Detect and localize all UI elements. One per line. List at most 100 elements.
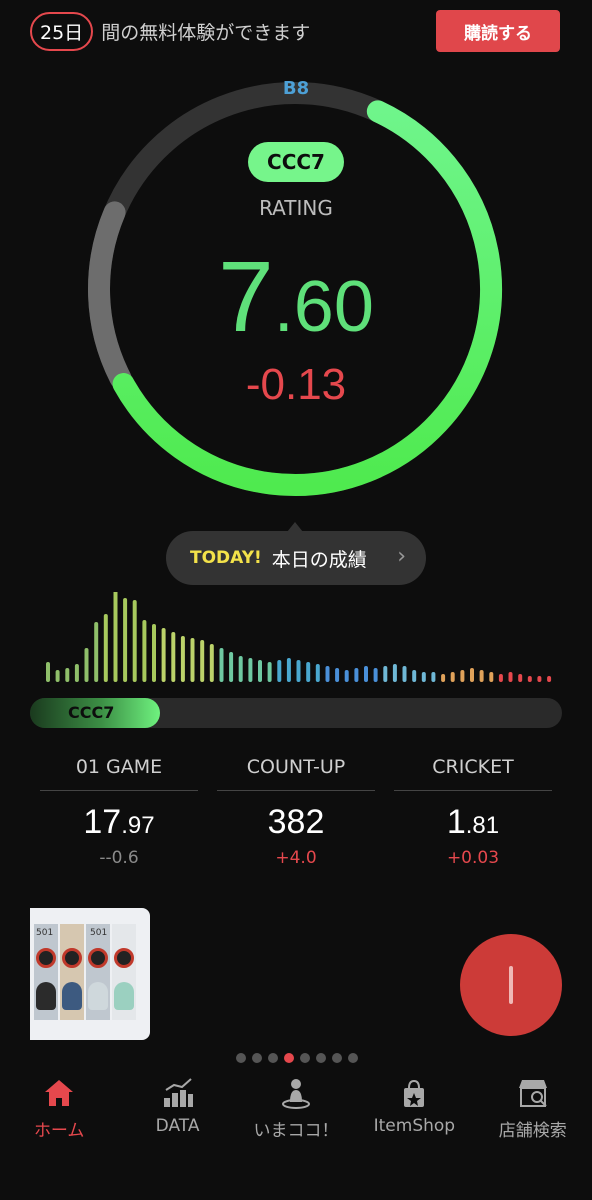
pager-dot[interactable]	[316, 1053, 326, 1063]
distribution-bar	[470, 668, 474, 682]
distribution-bar	[74, 664, 79, 682]
fab-icon	[509, 966, 513, 1004]
class-badge: CCC7	[248, 142, 344, 182]
promo-banner[interactable]: 501 501	[30, 908, 150, 1040]
class-progress-bar: CCC7	[30, 698, 562, 728]
distribution-bar	[200, 640, 205, 682]
distribution-bar	[306, 662, 311, 682]
pager-dots	[236, 1053, 364, 1063]
dartboard-icon	[88, 948, 108, 968]
distribution-bar	[267, 662, 272, 682]
trial-banner: 25日 間の無料体験ができます	[30, 12, 310, 51]
stat-01game[interactable]: 01 GAME 17.97 --0.6	[40, 756, 198, 868]
distribution-bar	[219, 648, 224, 682]
pager-dot[interactable]	[300, 1053, 310, 1063]
subscribe-button[interactable]: 購読する	[436, 10, 560, 52]
rating-value-dec: .60	[273, 267, 374, 347]
distribution-bar	[46, 662, 50, 682]
distribution-bar	[364, 666, 368, 682]
distribution-bars	[46, 590, 552, 682]
distribution-bar	[383, 666, 388, 682]
pager-dot[interactable]	[348, 1053, 358, 1063]
stat-value: 1.81	[394, 803, 552, 842]
stat-name: 01 GAME	[40, 756, 198, 791]
distribution-bar	[103, 614, 108, 682]
distribution-bar	[180, 636, 185, 682]
player-figure	[88, 982, 108, 1010]
distribution-bar	[441, 674, 446, 682]
distribution-bar	[286, 658, 291, 682]
distribution-bar	[296, 660, 301, 682]
pager-dot[interactable]	[236, 1053, 246, 1063]
distribution-bar	[412, 670, 417, 682]
distribution-bar	[392, 664, 397, 682]
pager-dot[interactable]	[268, 1053, 278, 1063]
stat-name: COUNT-UP	[217, 756, 375, 791]
distribution-bar	[421, 672, 426, 682]
distribution-bar	[171, 632, 176, 682]
tab-label: いまココ！	[253, 1121, 339, 1141]
pager-dot[interactable]	[284, 1053, 294, 1063]
distribution-bar	[537, 676, 542, 682]
tab-label: ItemShop	[373, 1116, 456, 1136]
distribution-bar	[132, 600, 137, 682]
today-text: 本日の成績	[271, 548, 367, 571]
distribution-bar	[508, 672, 513, 682]
stat-value-dec: .81	[465, 812, 500, 839]
stat-value-int: 1	[446, 803, 466, 841]
chart-icon	[163, 1078, 193, 1107]
distribution-bar	[55, 670, 60, 682]
distribution-bar	[248, 658, 253, 682]
next-class-label: B8	[282, 78, 310, 99]
stat-diff: --0.6	[99, 848, 139, 868]
rating-value-int: 7	[218, 241, 274, 353]
pager-dot[interactable]	[252, 1053, 262, 1063]
today-tag: TODAY!	[190, 548, 262, 568]
stat-name: CRICKET	[394, 756, 552, 791]
distribution-bar	[258, 660, 262, 682]
tab-home[interactable]: ホーム	[0, 1076, 118, 1146]
distribution-bar	[113, 590, 118, 682]
distribution-bar	[518, 674, 523, 682]
stat-diff: +4.0	[275, 848, 317, 868]
store-search-icon	[518, 1080, 547, 1107]
class-progress-label: CCC7	[68, 703, 115, 722]
player-figure	[36, 982, 56, 1010]
distribution-bar	[277, 660, 282, 682]
stat-cricket[interactable]: CRICKET 1.81 +0.03	[394, 756, 552, 868]
distribution-bar	[402, 666, 407, 682]
bottom-tab-bar: ホーム DATA いまココ！ ItemShop 店舗検索	[0, 1076, 592, 1146]
distribution-bar	[450, 672, 455, 682]
tab-data[interactable]: DATA	[119, 1076, 237, 1146]
shopping-bag-icon	[404, 1079, 425, 1107]
distribution-bar	[547, 676, 552, 682]
distribution-bar	[161, 628, 166, 682]
tab-store-search[interactable]: 店舗検索	[474, 1076, 592, 1146]
dartboard-icon	[36, 948, 56, 968]
distribution-bar	[489, 672, 494, 682]
floating-action-button[interactable]	[460, 934, 562, 1036]
stat-value: 382	[217, 803, 375, 842]
distribution-bar	[335, 668, 340, 682]
stat-diff: +0.03	[446, 848, 500, 868]
player-figure	[62, 982, 82, 1010]
stat-value-int: 17	[83, 803, 122, 841]
dartboard-icon	[114, 948, 134, 968]
distribution-bar	[209, 644, 214, 682]
tab-itemshop[interactable]: ItemShop	[355, 1076, 473, 1146]
tab-imakoko[interactable]: いまココ！	[237, 1076, 355, 1146]
distribution-bar	[315, 664, 320, 682]
distribution-bar	[479, 670, 484, 682]
distribution-bar	[152, 624, 156, 682]
distribution-bar	[190, 638, 195, 682]
trial-text: 間の無料体験ができます	[101, 22, 311, 44]
distribution-bar	[142, 620, 147, 682]
distribution-bar	[344, 670, 349, 682]
distribution-bar	[123, 598, 128, 682]
distribution-bar	[325, 666, 330, 682]
today-results-button[interactable]: TODAY! 本日の成績 ›	[166, 531, 426, 585]
stat-countup[interactable]: COUNT-UP 382 +4.0	[217, 756, 375, 868]
trial-days-badge: 25日	[30, 12, 94, 51]
rating-diff: -0.13	[245, 360, 347, 409]
pager-dot[interactable]	[332, 1053, 342, 1063]
